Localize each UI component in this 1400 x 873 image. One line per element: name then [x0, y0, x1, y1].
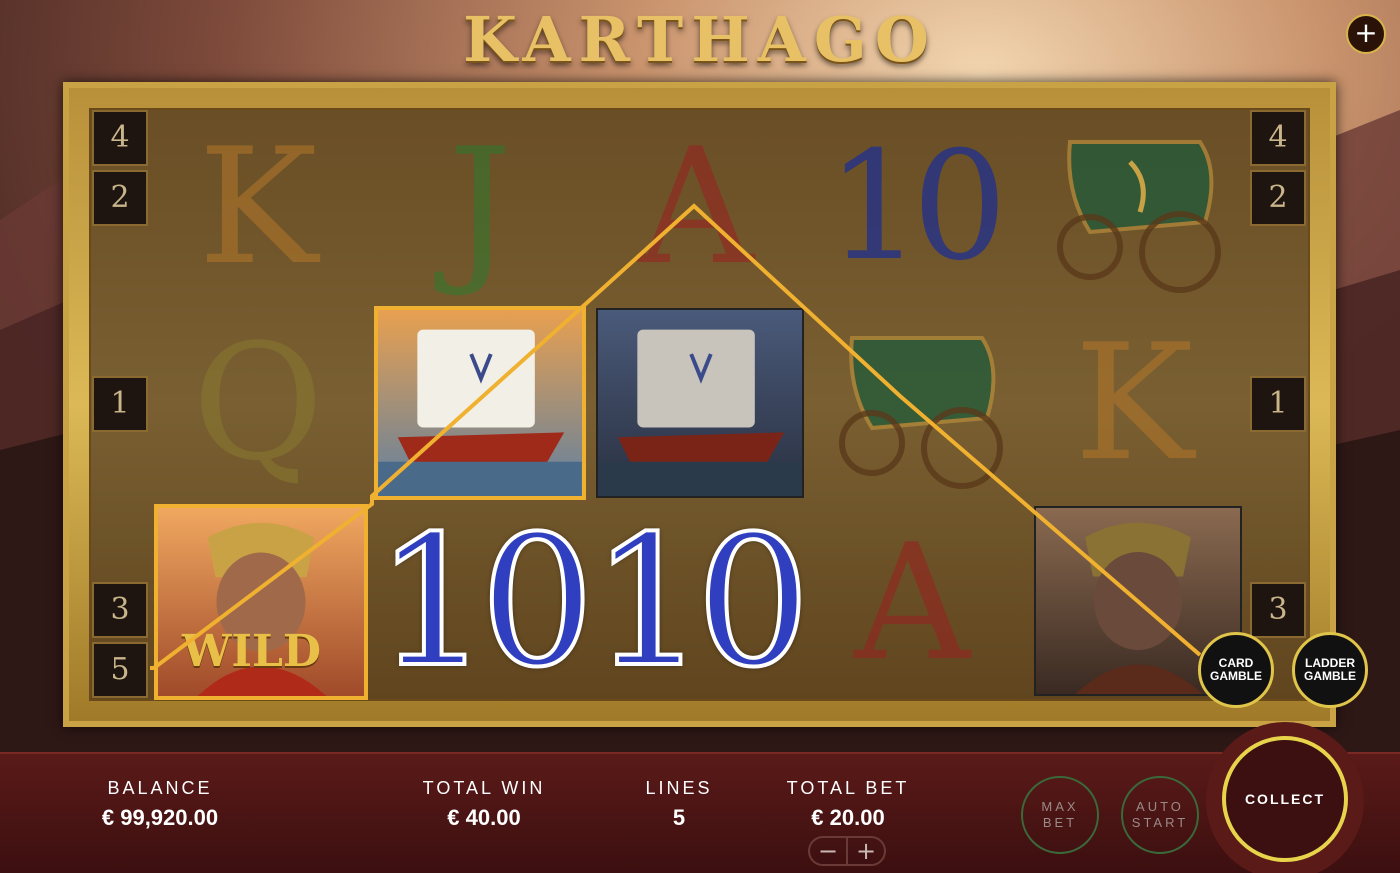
total-bet-value: € 20.00	[811, 805, 885, 830]
balance-label: BALANCE	[107, 778, 213, 798]
symbol-k: K	[198, 113, 318, 300]
chariot-icon	[812, 308, 1020, 498]
symbol-a: A	[638, 113, 754, 300]
total-bet-label: TOTAL BET	[786, 778, 910, 798]
bet-stepper: − +	[808, 836, 886, 866]
line-marker-left-3: 3	[92, 582, 148, 638]
line-marker-left-4: 4	[92, 110, 148, 166]
symbol-j: J	[447, 113, 513, 300]
wild-label: WILD	[182, 626, 322, 677]
collect-button[interactable]: COLLECT	[1222, 736, 1348, 862]
symbol-10-big: 10	[373, 498, 596, 707]
line-marker-left-5: 5	[92, 642, 148, 698]
chariot-graphic-2	[839, 336, 1003, 489]
ship-icon	[596, 308, 804, 498]
chariot-icon	[1030, 112, 1238, 302]
line-marker-right-4: 4	[1250, 110, 1306, 166]
symbol-a-2: A	[854, 509, 970, 696]
lines-label: LINES	[645, 778, 713, 798]
line-marker-left-1: 1	[92, 376, 148, 432]
auto-start-button[interactable]: AUTO START	[1121, 776, 1199, 854]
total-win-display: TOTAL WIN € 40.00	[404, 778, 564, 831]
chariot-graphic	[1057, 140, 1221, 293]
max-bet-button[interactable]: MAX BET	[1021, 776, 1099, 854]
line-marker-right-3: 3	[1250, 582, 1306, 638]
symbol-10: 10	[826, 120, 1008, 294]
ladder-gamble-button[interactable]: LADDER GAMBLE	[1292, 632, 1368, 708]
ship-icon-highlighted	[374, 306, 586, 500]
ship-graphic-dim	[598, 329, 802, 496]
bet-increase-button[interactable]: +	[848, 838, 884, 864]
total-win-value: € 40.00	[447, 805, 521, 830]
total-bet-display: TOTAL BET € 20.00	[768, 778, 928, 831]
menu-plus-button[interactable]: +	[1346, 14, 1386, 54]
symbol-k-2: K	[1074, 309, 1194, 496]
warrior-wild-icon: WILD	[154, 504, 368, 700]
symbol-q: Q	[192, 309, 324, 496]
lines-display: LINES 5	[620, 778, 738, 831]
card-gamble-button[interactable]: CARD GAMBLE	[1198, 632, 1274, 708]
symbol-10-big-2: 10	[589, 498, 812, 707]
game-logo: KARTHAGO	[463, 3, 937, 76]
ship-graphic	[378, 329, 582, 496]
lines-value: 5	[672, 805, 686, 830]
bet-decrease-button[interactable]: −	[810, 838, 846, 864]
balance-display: BALANCE € 99,920.00	[80, 778, 240, 831]
line-marker-right-2: 2	[1250, 170, 1306, 226]
balance-value: € 99,920.00	[101, 805, 219, 830]
line-marker-right-1: 1	[1250, 376, 1306, 432]
total-win-label: TOTAL WIN	[422, 778, 546, 798]
line-marker-left-2: 2	[92, 170, 148, 226]
